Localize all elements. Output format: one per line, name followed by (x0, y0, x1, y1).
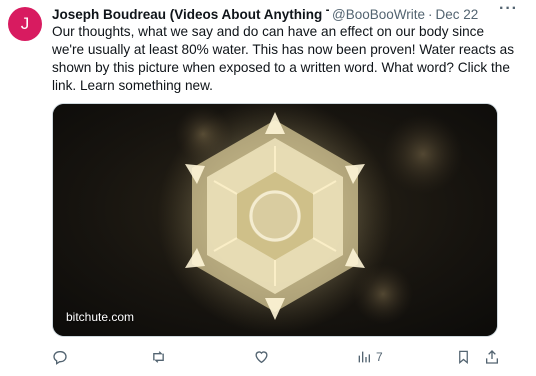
views-icon (358, 351, 370, 363)
retweet-icon (153, 351, 164, 363)
tweet-text-body: Our thoughts, what we say and do can hav… (52, 24, 514, 93)
bookmark-button[interactable] (456, 346, 471, 368)
share-button[interactable] (484, 346, 500, 368)
tweet-actions-bar: 7 (52, 346, 512, 368)
reply-button[interactable] (52, 346, 68, 368)
tweet[interactable]: J Joseph Boudreau (Videos About Anything… (0, 0, 536, 376)
reply-icon (53, 351, 67, 365)
user-handle[interactable]: @BooBooWrite (332, 7, 425, 22)
water-crystal-image (53, 104, 497, 336)
link-card-media[interactable]: bitchute.com (52, 103, 498, 337)
avatar[interactable]: J (8, 7, 42, 41)
retweet-button[interactable] (150, 346, 167, 368)
tweet-date[interactable]: Dec 22 (436, 7, 479, 22)
views-button[interactable]: 7 (356, 346, 383, 368)
bookmark-icon (459, 350, 468, 364)
tweet-text: Our thoughts, what we say and do can hav… (52, 23, 516, 95)
like-icon (255, 351, 268, 364)
like-button[interactable] (253, 346, 270, 368)
display-name[interactable]: Joseph Boudreau (Videos About Anything T… (52, 7, 329, 22)
more-options-button[interactable]: ··· (499, 0, 518, 18)
views-count: 7 (376, 350, 383, 364)
share-icon (486, 350, 498, 364)
tweet-header: Joseph Boudreau (Videos About Anything T… (52, 4, 532, 24)
separator-dot: · (428, 6, 433, 22)
link-domain-label: bitchute.com (66, 310, 135, 324)
